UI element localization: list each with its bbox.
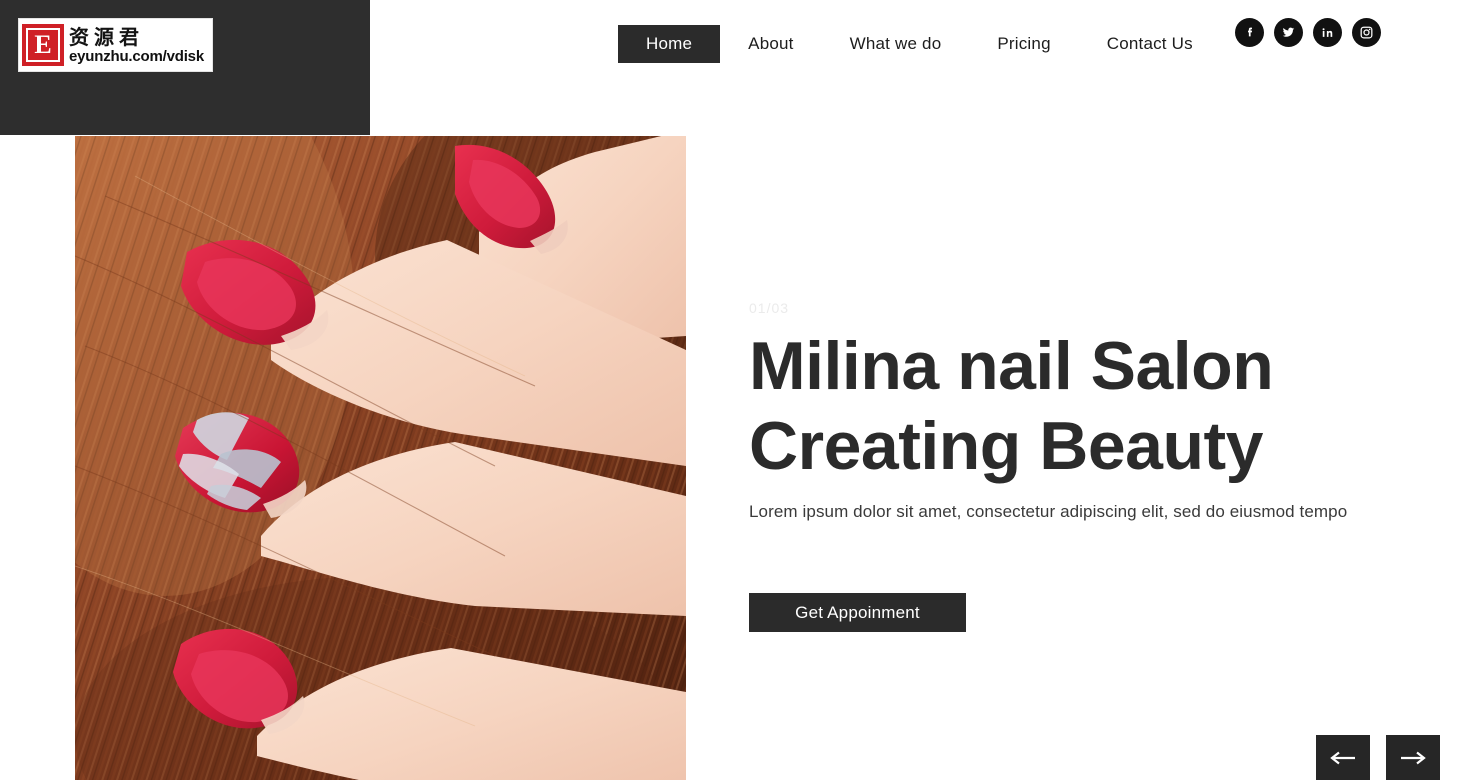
nav-item-about[interactable]: About [720,25,821,63]
watermark-url: eyunzhu.com/vdisk [69,47,204,65]
nav-item-pricing-label: Pricing [997,34,1051,53]
slider-prev-button[interactable] [1316,735,1370,780]
nav-item-about-label: About [748,34,794,53]
nav-item-what-we-do-label: What we do [849,34,942,53]
nav-item-home[interactable]: Home [618,25,721,63]
arrow-right-icon [1401,751,1426,764]
nav-item-contact-us[interactable]: Contact Us [1079,25,1221,63]
site-header: Home About What we do Pricing Contact Us [370,0,1470,135]
nav-item-contact-us-label: Contact Us [1106,34,1193,53]
hero-copy: 01/03 Milina nail Salon Creating Beauty … [749,300,1449,524]
slider-next-button[interactable] [1386,735,1440,780]
slider-controls [1316,735,1440,780]
social-links [1235,18,1381,47]
linkedin-icon[interactable] [1313,18,1342,47]
watermark-text-group: 资源君 eyunzhu.com/vdisk [69,19,204,71]
hero-title-line-1: Milina nail Salon [749,328,1274,404]
hero-slide-image [75,136,686,780]
watermark-overlay: E 资源君 eyunzhu.com/vdisk [18,18,213,72]
nav-item-what-we-do[interactable]: What we do [822,25,970,63]
main-navigation: Home About What we do Pricing Contact Us [618,25,1221,63]
hero-subtitle: Lorem ipsum dolor sit amet, consectetur … [749,502,1348,521]
get-appointment-button[interactable]: Get Appoinment [749,593,966,632]
hero-title-line-2: Creating Beauty [749,408,1263,484]
instagram-icon[interactable] [1352,18,1381,47]
arrow-left-icon [1330,751,1355,764]
watermark-logo-icon: E [22,24,64,66]
nav-item-home-label: Home [646,34,693,53]
twitter-icon[interactable] [1274,18,1303,47]
page-root: BELLA E 资源君 eyunzhu.com/vdisk Home About… [0,0,1470,780]
watermark-logo-letter: E [26,28,60,62]
facebook-icon[interactable] [1235,18,1264,47]
slide-counter: 01/03 [749,300,790,316]
nav-item-pricing[interactable]: Pricing [969,25,1078,63]
watermark-cn-text: 资源君 [69,24,144,49]
